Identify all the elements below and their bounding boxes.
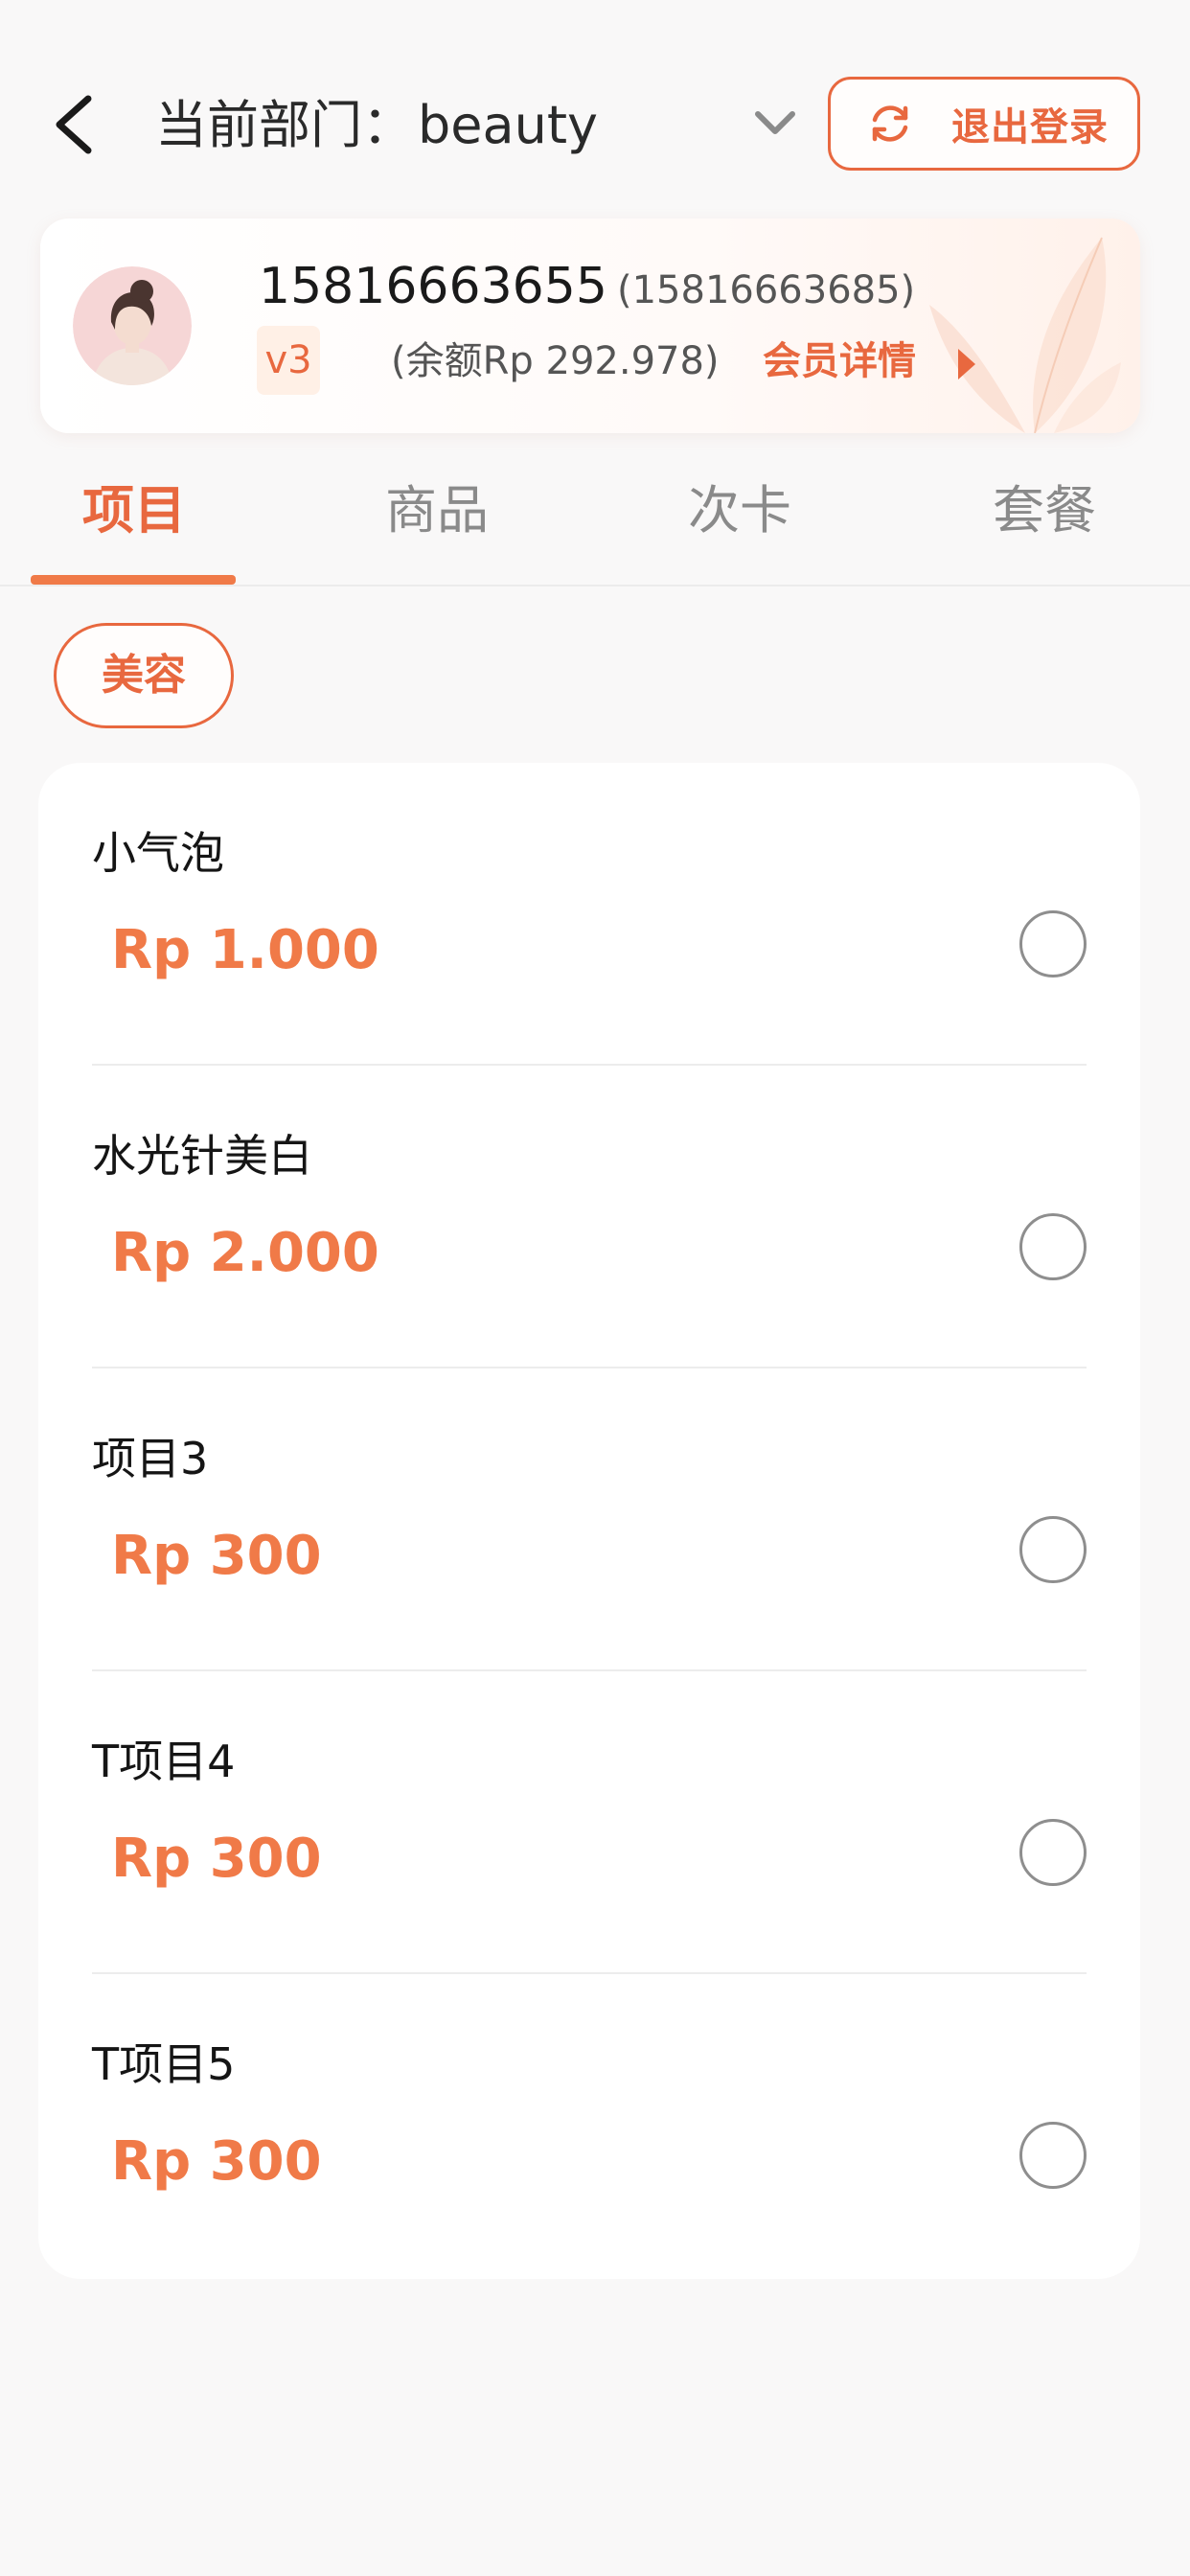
chevron-down-icon[interactable] <box>752 104 798 143</box>
item-name: T项目5 <box>92 2038 236 2090</box>
item-price: Rp 2.000 <box>111 1222 379 1284</box>
department-selector[interactable]: 当前部门：beauty <box>155 95 598 156</box>
radio-unchecked-icon[interactable] <box>1019 1819 1087 1886</box>
play-arrow-icon[interactable] <box>956 347 977 381</box>
member-phone: 15816663655 <box>259 258 607 315</box>
item-price: Rp 300 <box>111 1828 322 1890</box>
avatar <box>73 266 192 385</box>
header-bar: 当前部门：beauty 退出登录 <box>0 72 1190 177</box>
list-item[interactable]: T项目4 Rp 300 <box>92 1671 1087 1974</box>
list-item[interactable]: 项目3 Rp 300 <box>92 1368 1087 1671</box>
refresh-icon <box>872 105 908 142</box>
member-detail-link[interactable]: 会员详情 <box>763 335 916 387</box>
radio-unchecked-icon[interactable] <box>1019 1516 1087 1583</box>
radio-unchecked-icon[interactable] <box>1019 1213 1087 1280</box>
item-list: 小气泡 Rp 1.000 水光针美白 Rp 2.000 项目3 Rp 300 T… <box>38 763 1140 2279</box>
radio-unchecked-icon[interactable] <box>1019 910 1087 978</box>
member-card: 15816663655 (15816663685) v3 (余额Rp 292.9… <box>40 218 1140 433</box>
back-arrow-icon <box>56 95 92 154</box>
item-name: 水光针美白 <box>92 1130 312 1182</box>
department-label: 当前部门： <box>155 95 414 155</box>
active-tab-indicator <box>31 575 236 585</box>
tab-packages[interactable]: 套餐 <box>993 477 1096 544</box>
back-button[interactable] <box>46 91 107 158</box>
tab-count-cards[interactable]: 次卡 <box>688 477 791 544</box>
member-phone-secondary: (15816663685) <box>617 268 916 312</box>
item-name: T项目4 <box>92 1736 236 1787</box>
member-level-badge: v3 <box>257 326 320 395</box>
tab-bar: 项目 商品 次卡 套餐 <box>0 460 1190 586</box>
category-chip[interactable]: 美容 <box>54 623 234 728</box>
radio-unchecked-icon[interactable] <box>1019 2122 1087 2189</box>
list-item[interactable]: 小气泡 Rp 1.000 <box>92 763 1087 1066</box>
item-price: Rp 1.000 <box>111 919 379 981</box>
item-name: 小气泡 <box>92 827 224 879</box>
member-balance: (余额Rp 292.978) <box>391 339 720 383</box>
logout-button[interactable]: 退出登录 <box>828 77 1140 171</box>
list-item[interactable]: T项目5 Rp 300 <box>92 1974 1087 2277</box>
leaf-decoration <box>929 237 1121 433</box>
list-item[interactable]: 水光针美白 Rp 2.000 <box>92 1066 1087 1368</box>
tab-products[interactable]: 商品 <box>385 477 489 544</box>
logout-label: 退出登录 <box>951 105 1109 150</box>
tab-projects[interactable]: 项目 <box>82 477 186 544</box>
item-price: Rp 300 <box>111 2130 322 2193</box>
page: 当前部门：beauty 退出登录 15816663655 (1581666368… <box>0 0 1190 2576</box>
item-price: Rp 300 <box>111 1525 322 1587</box>
department-value: beauty <box>418 95 598 155</box>
item-name: 项目3 <box>92 1433 209 1484</box>
